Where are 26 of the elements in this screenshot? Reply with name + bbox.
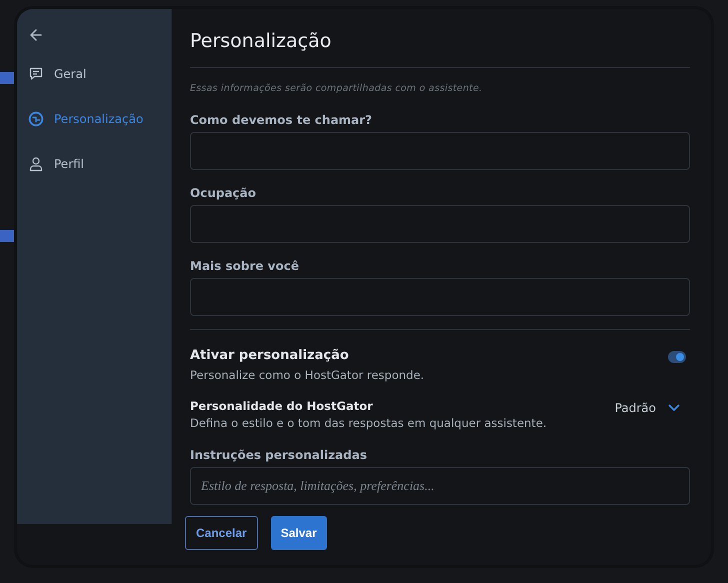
- input-field[interactable]: Estilo de resposta, limitações, preferências...: [190, 467, 690, 505]
- save-button[interactable]: Salvar: [270, 516, 327, 550]
- setting-description: Defina o estilo e o tom das respostas em qualquer assistente.: [190, 415, 547, 432]
- field-label: Instruções personalizadas: [190, 447, 368, 464]
- smile-circle-icon: [28, 110, 44, 126]
- person-icon: [28, 156, 44, 172]
- info-note: Essas informações serão compartilhadas com o assistente.: [190, 82, 484, 96]
- personality-dropdown[interactable]: Padrão: [614, 401, 680, 415]
- sidebar-item[interactable]: Geral: [17, 51, 171, 96]
- sidebar-item[interactable]: Perfil: [17, 141, 171, 186]
- sidebar-item[interactable]: Personalização: [17, 96, 171, 141]
- cancel-button[interactable]: Cancelar: [185, 516, 258, 550]
- field-label: Mais sobre você: [190, 258, 300, 275]
- input-field[interactable]: [190, 205, 690, 243]
- field-label: Como devemos te chamar?: [190, 112, 374, 129]
- chevron-down-icon: [668, 404, 680, 412]
- setting-title: Personalidade do HostGator: [190, 398, 374, 415]
- chat-bubble-icon: [28, 66, 44, 82]
- section-title: Ativar personalização: [190, 347, 350, 365]
- section-description: Personalize como o HostGator responde.: [190, 367, 424, 384]
- input-field[interactable]: [190, 278, 690, 316]
- toggle-switch[interactable]: [668, 351, 686, 363]
- back-arrow-icon[interactable]: [28, 27, 44, 43]
- dialog-title: Personalização: [190, 29, 332, 54]
- field-label: Ocupação: [190, 185, 257, 202]
- input-field[interactable]: [190, 132, 690, 170]
